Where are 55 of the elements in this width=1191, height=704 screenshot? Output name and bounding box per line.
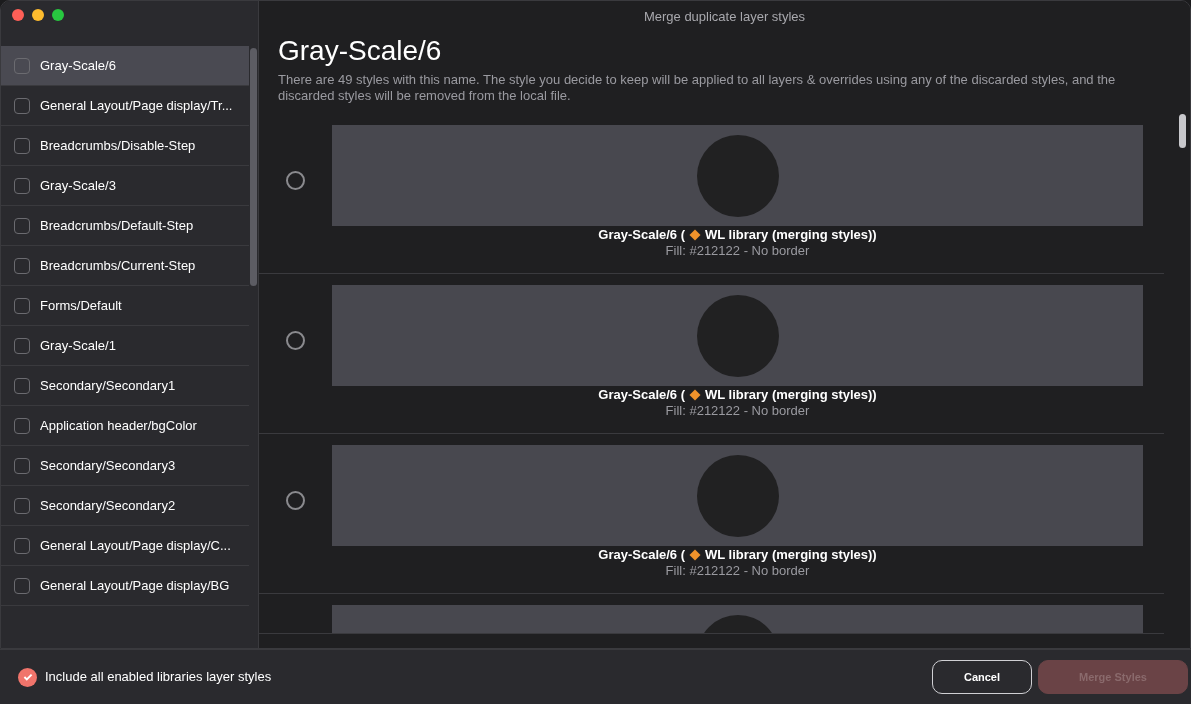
cancel-button[interactable]: Cancel	[932, 660, 1032, 694]
checkbox[interactable]	[14, 57, 30, 74]
checkbox[interactable]	[14, 457, 30, 474]
sidebar-item[interactable]: Secondary/Secondary1	[1, 366, 249, 406]
sidebar-item[interactable]: Gray-Scale/3	[1, 166, 249, 206]
radio-button[interactable]	[286, 331, 305, 350]
checkbox[interactable]	[14, 537, 30, 554]
style-name: Gray-Scale/6 (	[598, 227, 685, 243]
checkbox[interactable]	[14, 137, 30, 154]
description: There are 49 styles with this name. The style you decide to keep will be applied to all layers & overrides using any of the discarded styles, and the discarded styles will be removed from the local file.	[278, 72, 1117, 104]
sidebar-item[interactable]: General Layout/Page display/BG	[1, 566, 249, 606]
checkbox-label: Include all enabled libraries layer styles	[45, 668, 272, 687]
checkbox[interactable]	[14, 97, 30, 114]
sidebar-item[interactable]: Forms/Default	[1, 286, 249, 326]
checkbox[interactable]	[14, 417, 30, 434]
style-name: Gray-Scale/6 (	[598, 387, 685, 403]
sidebar-item[interactable]: Breadcrumbs/Current-Step	[1, 246, 249, 286]
sidebar-item[interactable]: Secondary/Secondary3	[1, 446, 249, 486]
checkbox[interactable]	[14, 257, 30, 274]
checkbox[interactable]	[14, 177, 30, 194]
sidebar-item[interactable]: Gray-Scale/6	[1, 46, 249, 86]
checkbox[interactable]	[18, 667, 37, 687]
sidebar-item[interactable]: Breadcrumbs/Default-Step	[1, 206, 249, 246]
library-name: WL library (merging styles))	[705, 547, 877, 563]
sidebar-item[interactable]: General Layout/Page display/C...	[1, 526, 249, 566]
sidebar-item[interactable]: Application header/bgColor	[1, 406, 249, 446]
radio-button[interactable]	[286, 171, 305, 190]
checkbox[interactable]	[14, 497, 30, 514]
diamond-icon	[689, 389, 701, 401]
sidebar-item[interactable]: Secondary/Secondary2	[1, 486, 249, 526]
checkbox[interactable]	[14, 377, 30, 394]
checkbox[interactable]	[14, 577, 30, 594]
close-window-icon[interactable]	[12, 9, 24, 21]
checkbox[interactable]	[14, 217, 30, 234]
radio-button[interactable]	[286, 491, 305, 510]
library-name: WL library (merging styles))	[705, 227, 877, 243]
diamond-icon	[689, 229, 701, 241]
checkbox[interactable]	[14, 337, 30, 354]
sidebar-item[interactable]: Breadcrumbs/Disable-Step	[1, 126, 249, 166]
sidebar-item[interactable]: General Layout/Page display/Tr...	[1, 86, 249, 126]
diamond-icon	[689, 549, 701, 561]
style-heading: Gray-Scale/6	[278, 34, 443, 68]
checkmark-icon	[21, 671, 34, 683]
sidebar-item[interactable]: Gray-Scale/1	[1, 326, 249, 366]
window-title: Merge duplicate layer styles	[643, 8, 806, 27]
style-details: Fill: #212122 - No border	[665, 563, 810, 579]
scrollbar-thumb[interactable]	[1178, 114, 1186, 148]
style-details: Fill: #212122 - No border	[665, 403, 810, 419]
style-name: Gray-Scale/6 (	[598, 547, 685, 563]
minimize-window-icon[interactable]	[32, 9, 44, 21]
style-details: Fill: #212122 - No border	[665, 243, 810, 259]
library-name: WL library (merging styles))	[705, 387, 877, 403]
maximize-window-icon[interactable]	[52, 9, 64, 21]
checkbox[interactable]	[14, 297, 30, 314]
scrollbar-thumb[interactable]	[250, 48, 257, 286]
